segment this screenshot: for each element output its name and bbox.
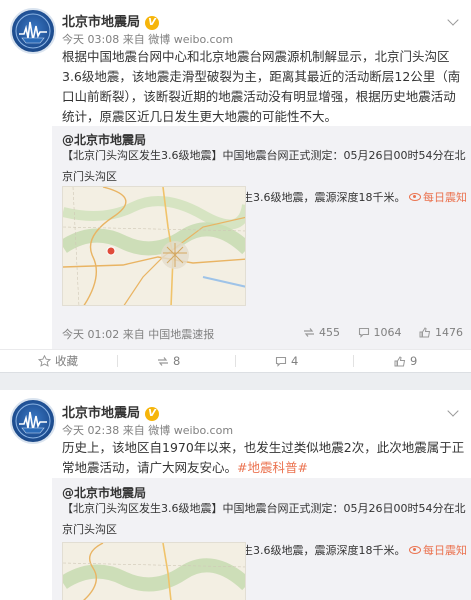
repost-from-label: 来自 — [122, 328, 145, 341]
post-time[interactable]: 今天 02:38 — [62, 424, 119, 437]
post-time[interactable]: 今天 03:08 — [62, 33, 119, 46]
avatar[interactable] — [10, 8, 56, 54]
verified-icon: V — [145, 16, 160, 30]
post-from-label: 来自 — [122, 33, 145, 46]
weibo-post: 北京市地震局 V 今天 03:08 来自 微博 weibo.com 根据中国地震台… — [0, 0, 471, 372]
repost-stat-reposts-count: 455 — [319, 326, 340, 339]
repost-line1: 【北京门头沟区发生3.6级地震】中国地震台网正式测定：05月26日00时54分在… — [62, 502, 466, 536]
avatar[interactable] — [10, 398, 56, 444]
post-text: 根据中国地震台网中心和北京地震台网震源机制解显示，北京门头沟区3.6级地震，该地… — [62, 49, 461, 124]
post-meta: 今天 03:08 来自 微博 weibo.com — [62, 31, 233, 47]
comment-icon — [275, 356, 287, 367]
repost-card[interactable]: @北京市地震局 【北京门头沟区发生3.6级地震】中国地震台网正式测定：05月26… — [52, 478, 471, 600]
post-from-label: 来自 — [122, 424, 145, 437]
repost-button[interactable]: 8 — [157, 353, 180, 369]
post-meta: 今天 02:38 来自 微博 weibo.com — [62, 422, 233, 438]
post-text: 历史上，该地区自1970年以来，也发生过类似地震2次，此次地震属于正常地震活动，… — [62, 438, 466, 478]
repost-card[interactable]: @北京市地震局 【北京门头沟区发生3.6级地震】中国地震台网正式测定：05月26… — [52, 126, 471, 350]
comment-button[interactable]: 4 — [275, 353, 298, 369]
favorite-button[interactable]: 收藏 — [38, 353, 78, 369]
chevron-down-icon[interactable] — [447, 14, 461, 24]
author-name-text[interactable]: 北京市地震局 — [62, 15, 140, 30]
author-name-text[interactable]: 北京市地震局 — [62, 406, 140, 421]
map-image[interactable] — [62, 186, 246, 306]
repost-stats: 455 1064 1476 — [289, 326, 463, 339]
eye-icon — [408, 546, 421, 554]
thumbs-up-icon — [419, 327, 431, 338]
repost-meta: 今天 01:02 来自 中国地震速报 — [62, 326, 214, 342]
divider — [235, 355, 236, 367]
map-graphic — [63, 543, 245, 600]
repost-stat-comments-count: 1064 — [373, 326, 402, 339]
author-name[interactable]: 北京市地震局 V — [62, 11, 160, 30]
comment-icon — [358, 327, 369, 338]
repost-icon — [304, 328, 314, 337]
star-icon — [38, 355, 51, 367]
weibo-post: 北京市地震局 V 今天 02:38 来自 微博 weibo.com 历史上，该地区… — [0, 390, 471, 600]
seismograph-logo-icon — [15, 13, 51, 49]
repost-source[interactable]: 中国地震速报 — [148, 328, 214, 341]
repost-stat-reposts[interactable]: 455 — [303, 326, 344, 339]
chevron-down-icon[interactable] — [447, 405, 461, 415]
repost-count: 8 — [173, 354, 181, 368]
map-graphic — [63, 187, 245, 305]
map-image[interactable] — [62, 542, 246, 600]
author-name[interactable]: 北京市地震局 V — [62, 402, 160, 421]
divider — [117, 355, 118, 367]
seismograph-logo-icon — [15, 403, 51, 439]
post-separator — [0, 372, 471, 390]
eye-icon — [408, 193, 421, 201]
repost-time[interactable]: 今天 01:02 — [62, 328, 119, 341]
post-source[interactable]: 微博 weibo.com — [148, 33, 233, 46]
post-source[interactable]: 微博 weibo.com — [148, 424, 233, 437]
hashtag-link[interactable]: #地震科普# — [237, 460, 308, 475]
repost-icon — [158, 357, 168, 366]
like-count: 9 — [410, 354, 418, 368]
comment-count: 4 — [291, 354, 299, 368]
thumbs-up-icon — [394, 356, 406, 367]
post-action-bar: 收藏 8 4 9 — [0, 349, 471, 372]
divider — [353, 355, 354, 367]
like-button[interactable]: 9 — [394, 353, 417, 369]
verified-icon: V — [145, 407, 160, 421]
repost-stat-likes-count: 1476 — [435, 326, 463, 339]
repost-stat-likes[interactable]: 1476 — [419, 326, 463, 339]
favorite-label: 收藏 — [55, 354, 78, 368]
repost-stat-comments[interactable]: 1064 — [358, 326, 406, 339]
repost-line1: 【北京门头沟区发生3.6级地震】中国地震台网正式测定：05月26日00时54分在… — [62, 149, 466, 183]
